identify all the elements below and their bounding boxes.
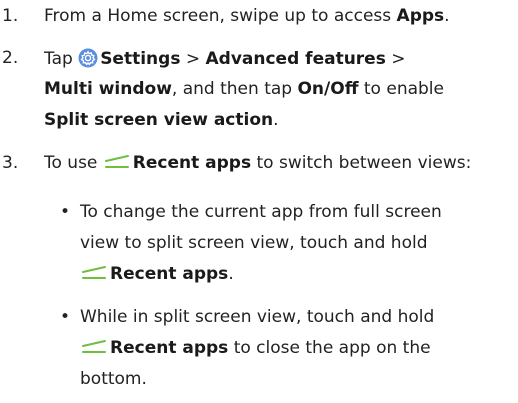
step-3-line: To use Recent apps to switch between vie…	[44, 153, 471, 173]
bullet-2-line-3: bottom.	[80, 369, 147, 389]
period: .	[228, 264, 234, 284]
tap-text: Tap	[44, 49, 79, 69]
bullet-symbol: •	[60, 307, 71, 327]
apps-label: Apps	[396, 6, 445, 26]
recent-apps-icon	[80, 264, 108, 282]
step-2-text: to enable	[358, 79, 444, 99]
advanced-features-label: Advanced features	[205, 49, 386, 69]
period: .	[444, 6, 450, 26]
separator: >	[385, 49, 406, 69]
step-1-line: From a Home screen, swipe up to access A…	[44, 6, 450, 26]
bullet-1-line-3: Recent apps.	[80, 264, 234, 284]
step-2-text: , and then tap	[171, 79, 298, 99]
step-number: 3.	[2, 153, 19, 173]
on-off-label: On/Off	[297, 79, 359, 99]
bullet-symbol: •	[60, 202, 71, 222]
split-screen-action-label: Split screen view action	[44, 110, 274, 130]
recent-apps-icon	[103, 153, 131, 171]
step-number: 1.	[2, 6, 19, 26]
step-3-text: to switch between views:	[251, 153, 472, 173]
gear-icon	[78, 48, 98, 68]
step-3-text: To use	[44, 153, 103, 173]
separator: >	[180, 49, 206, 69]
recent-apps-label: Recent apps	[110, 338, 229, 358]
step-2-line-2: Multi window, and then tap On/Off to ena…	[44, 79, 444, 99]
bullet-2-line-1: While in split screen view, touch and ho…	[80, 307, 435, 327]
bullet-2-text: to close the app on the	[228, 338, 431, 358]
period: .	[273, 110, 279, 130]
step-1-text: From a Home screen, swipe up to access	[44, 6, 397, 26]
recent-apps-label: Recent apps	[110, 264, 229, 284]
bullet-1-line-1: To change the current app from full scre…	[80, 202, 442, 222]
settings-label: Settings	[100, 49, 181, 69]
step-number: 2.	[2, 48, 19, 68]
step-2-line-3: Split screen view action.	[44, 110, 279, 130]
recent-apps-icon	[80, 338, 108, 356]
step-2-line-1: Tap Settings > Advanced features >	[44, 48, 406, 69]
bullet-1-line-2: view to split screen view, touch and hol…	[80, 233, 428, 253]
bullet-2-line-2: Recent apps to close the app on the	[80, 338, 431, 358]
recent-apps-label: Recent apps	[132, 153, 252, 173]
multi-window-label: Multi window	[44, 79, 172, 99]
